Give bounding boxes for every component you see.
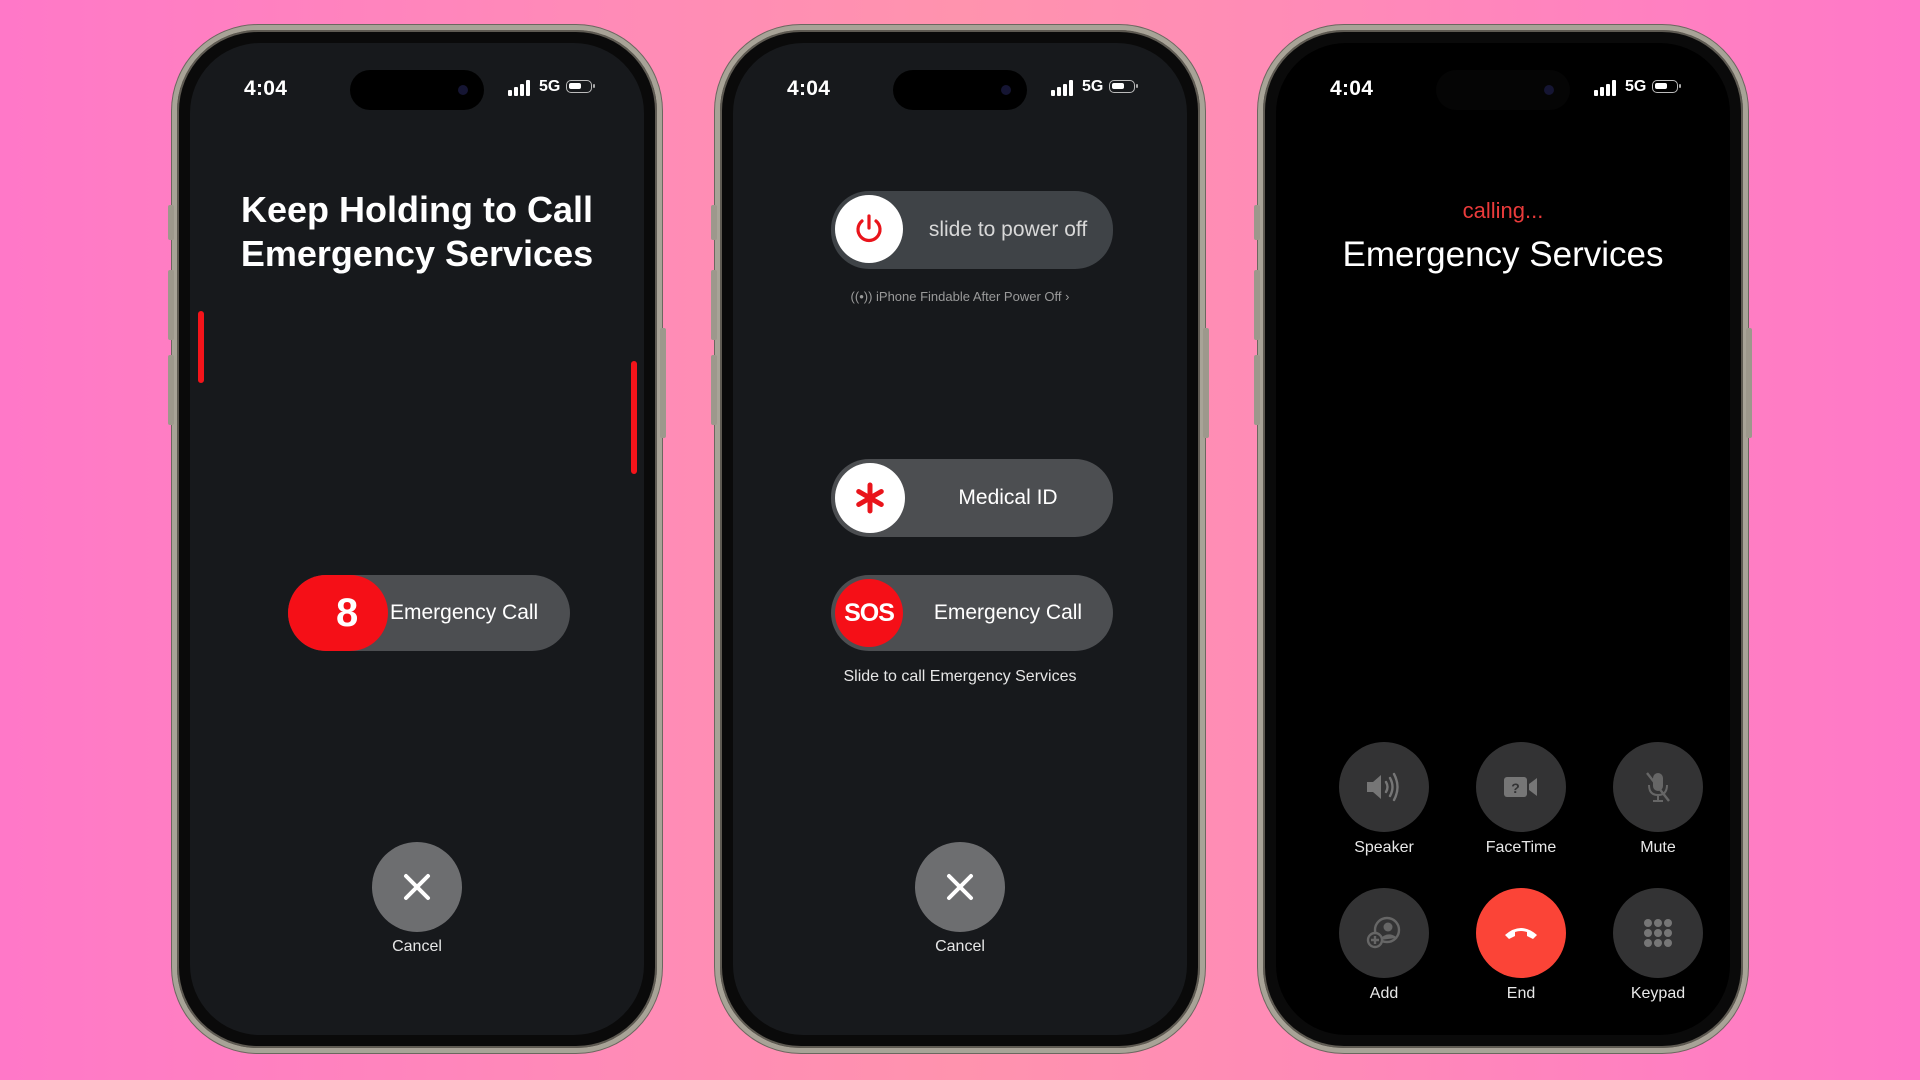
end-call-icon xyxy=(1505,928,1537,939)
findable-text: iPhone Findable After Power Off xyxy=(876,289,1062,304)
status-time: 4:04 xyxy=(1330,77,1374,100)
phone-keep-holding: 4:04 5G Keep Holding to Call Emergency S… xyxy=(172,25,662,1053)
mute-label: Mute xyxy=(1640,839,1676,856)
add-call-icon xyxy=(1366,916,1401,949)
cancel-button[interactable] xyxy=(915,842,1005,932)
screen: 4:04 5G calling... Emergency Services Sp… xyxy=(1276,43,1730,1035)
status-bar: 4:04 5G xyxy=(733,43,1187,113)
add-label: Add xyxy=(1369,985,1399,1002)
signal-bars-icon xyxy=(1594,80,1620,96)
findable-icon: ((•)) xyxy=(850,289,877,304)
dynamic-island xyxy=(1436,70,1570,110)
callee-name: Emergency Services xyxy=(1342,235,1664,274)
svg-text:?: ? xyxy=(1511,780,1520,796)
status-bar: 4:04 5G xyxy=(190,43,644,113)
page-title: Keep Holding to Call Emergency Services xyxy=(190,188,644,276)
network-label: 5G xyxy=(539,78,561,95)
power-button xyxy=(1746,328,1752,438)
keypad-icon xyxy=(1644,919,1672,947)
close-icon xyxy=(947,874,973,900)
speaker-icon xyxy=(1367,772,1399,802)
keypad-button[interactable] xyxy=(1613,888,1703,978)
mute-icon xyxy=(1646,772,1670,802)
status-time: 4:04 xyxy=(787,77,831,100)
status-bar: 4:04 5G xyxy=(1276,43,1730,113)
sos-icon: SOS xyxy=(844,598,895,627)
volume-down-button xyxy=(1254,355,1260,425)
medical-knob[interactable] xyxy=(835,463,905,533)
add-call-button[interactable] xyxy=(1339,888,1429,978)
action-button xyxy=(168,205,174,240)
power-button xyxy=(1203,328,1209,438)
call-status: calling... xyxy=(1462,198,1544,223)
chevron-right-icon: › xyxy=(1061,289,1070,304)
facetime-button[interactable]: ? xyxy=(1476,742,1566,832)
signal-bars-icon xyxy=(1051,80,1077,96)
cancel-button[interactable] xyxy=(372,842,462,932)
speaker-button[interactable] xyxy=(1339,742,1429,832)
cancel-label: Cancel xyxy=(392,938,442,955)
speaker-label: Speaker xyxy=(1354,839,1414,856)
medical-id-label: Medical ID xyxy=(958,486,1058,509)
volume-up-button xyxy=(168,270,174,340)
close-icon xyxy=(404,874,430,900)
mute-button[interactable] xyxy=(1613,742,1703,832)
findable-link[interactable]: ((•)) iPhone Findable After Power Off › xyxy=(733,289,1187,304)
volume-down-button xyxy=(168,355,174,425)
side-button-indicator-right xyxy=(631,361,637,474)
keypad-label: Keypad xyxy=(1630,985,1686,1002)
action-button xyxy=(1254,205,1260,240)
power-icon xyxy=(856,214,882,243)
power-knob[interactable] xyxy=(835,195,903,263)
facetime-label: FaceTime xyxy=(1485,839,1557,856)
emergency-hint: Slide to call Emergency Services xyxy=(843,668,1077,685)
slider-label: Emergency Call xyxy=(390,601,539,624)
side-button-indicator-left xyxy=(198,311,204,383)
countdown-number: 8 xyxy=(336,591,359,635)
status-time: 4:04 xyxy=(244,77,288,100)
end-call-button[interactable] xyxy=(1476,888,1566,978)
action-button xyxy=(711,205,717,240)
volume-down-button xyxy=(711,355,717,425)
camera-icon xyxy=(1001,85,1011,95)
title-line-2: Emergency Services xyxy=(240,233,594,274)
battery-icon xyxy=(566,80,595,93)
signal-bars-icon xyxy=(508,80,534,96)
phone-power-off: 4:04 5G slide to power off ((•)) iPhone … xyxy=(715,25,1205,1053)
volume-up-button xyxy=(711,270,717,340)
battery-icon xyxy=(1109,80,1138,93)
cancel-label: Cancel xyxy=(935,938,985,955)
sos-slider[interactable]: SOS Emergency Call xyxy=(831,575,1113,651)
medical-id-slider[interactable]: Medical ID xyxy=(831,459,1113,537)
network-label: 5G xyxy=(1625,78,1647,95)
camera-icon xyxy=(1544,85,1554,95)
emergency-call-slider[interactable]: 8 Emergency Call xyxy=(288,575,570,651)
network-label: 5G xyxy=(1082,78,1104,95)
medical-asterisk-icon xyxy=(856,482,884,514)
phone-calling: 4:04 5G calling... Emergency Services Sp… xyxy=(1258,25,1748,1053)
screen: 4:04 5G slide to power off ((•)) iPhone … xyxy=(733,43,1187,1035)
camera-icon xyxy=(458,85,468,95)
title-line-1: Keep Holding to Call xyxy=(240,189,593,230)
emergency-call-label: Emergency Call xyxy=(933,601,1083,624)
end-label: End xyxy=(1506,985,1536,1002)
screen: 4:04 5G Keep Holding to Call Emergency S… xyxy=(190,43,644,1035)
power-slider-label: slide to power off xyxy=(928,218,1088,241)
sos-knob[interactable]: SOS xyxy=(835,579,903,647)
dynamic-island xyxy=(350,70,484,110)
volume-up-button xyxy=(1254,270,1260,340)
facetime-icon: ? xyxy=(1504,777,1537,797)
power-button xyxy=(660,328,666,438)
power-off-slider[interactable]: slide to power off xyxy=(831,191,1113,269)
dynamic-island xyxy=(893,70,1027,110)
battery-icon xyxy=(1652,80,1681,93)
